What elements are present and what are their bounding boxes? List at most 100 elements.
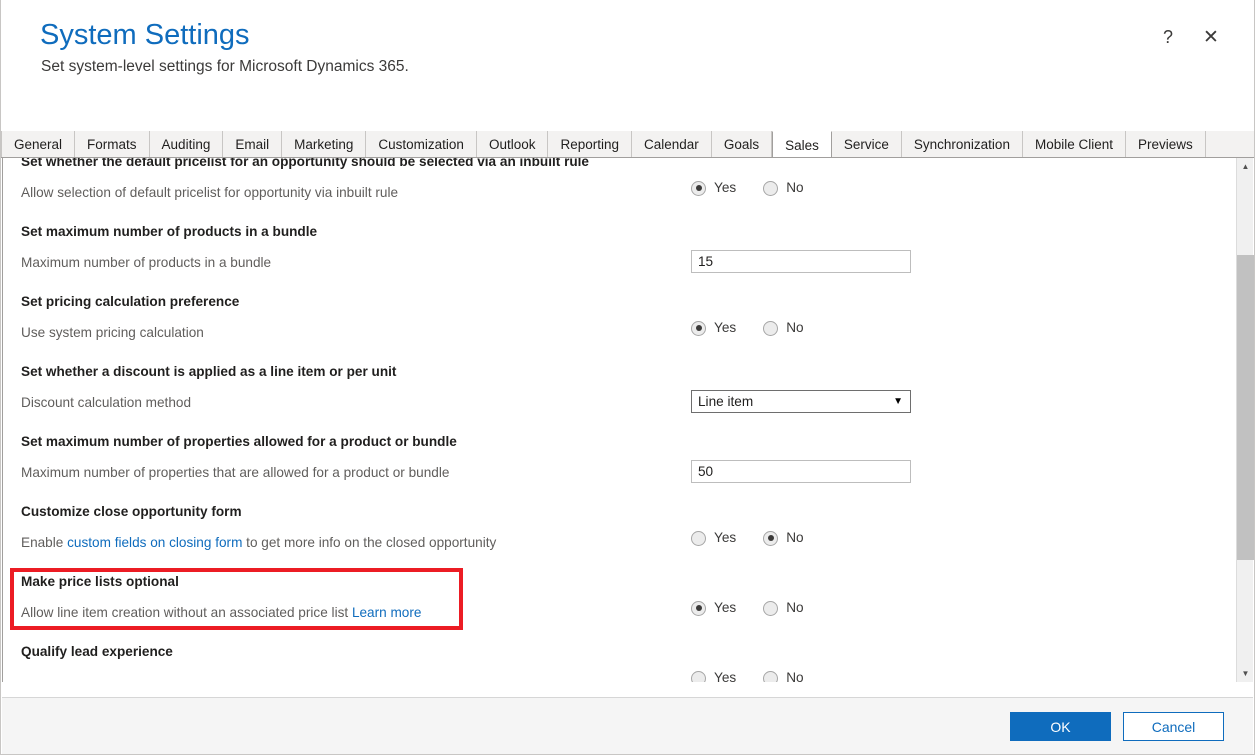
setting-description: Allow line item creation without an asso…: [21, 603, 1225, 623]
scroll-down-arrow-icon[interactable]: ▼: [1237, 665, 1254, 682]
setting-description: Allow selection of default pricelist for…: [21, 185, 399, 200]
radio-label: Yes: [714, 180, 737, 195]
radio-no-icon[interactable]: [763, 180, 779, 196]
setting-description-link[interactable]: Learn more: [352, 605, 422, 620]
setting-control: Yes No: [691, 670, 804, 682]
setting-row: Set maximum number of properties allowed…: [21, 426, 1225, 496]
dropdown-selected-value: Line item: [698, 393, 754, 409]
system-settings-dialog: System Settings Set system-level setting…: [0, 0, 1255, 755]
radio-label: Yes: [714, 320, 737, 335]
radio-label: Yes: [714, 530, 737, 545]
help-icon[interactable]: ?: [1155, 24, 1181, 50]
description-text-after: to get more info on the closed opportuni…: [242, 535, 497, 550]
footer-buttons: OK Cancel: [1010, 712, 1224, 741]
radio-group: Yes No: [691, 670, 804, 682]
radio-option-no[interactable]: No: [763, 320, 804, 336]
tab-goals[interactable]: Goals: [711, 131, 773, 157]
setting-description: Maximum number of properties that are al…: [21, 465, 450, 480]
chevron-down-icon[interactable]: ▼: [893, 396, 903, 407]
dialog-footer: OK Cancel: [2, 697, 1253, 754]
close-icon[interactable]: ✕: [1198, 24, 1224, 50]
radio-yes-icon[interactable]: [691, 180, 706, 196]
setting-control: [691, 460, 911, 483]
radio-label: No: [786, 600, 804, 615]
radio-option-yes[interactable]: Yes: [691, 320, 736, 336]
tab-reporting[interactable]: Reporting: [548, 131, 633, 157]
setting-description: Discount calculation method: [21, 395, 192, 410]
tab-service[interactable]: Service: [831, 131, 902, 157]
radio-no-icon[interactable]: [763, 530, 779, 546]
vertical-scrollbar[interactable]: ▲ ▼: [1236, 158, 1254, 682]
setting-row: Customize close opportunity form Enable c…: [21, 496, 1225, 566]
setting-control: Yes No: [691, 600, 804, 616]
description-text-before: Allow line item creation without an asso…: [21, 605, 352, 620]
setting-heading: Set whether a discount is applied as a l…: [21, 364, 397, 379]
setting-description: Use system pricing calculation: [21, 325, 204, 340]
tab-calendar[interactable]: Calendar: [632, 131, 712, 157]
radio-group: Yes No: [691, 600, 804, 616]
radio-label: Yes: [714, 600, 737, 615]
cancel-button[interactable]: Cancel: [1123, 712, 1224, 741]
numeric-text-input[interactable]: [691, 460, 911, 483]
setting-control: Line item ▼: [691, 390, 911, 413]
setting-control: Yes No: [691, 320, 804, 336]
setting-heading: Set maximum number of properties allowed…: [21, 434, 457, 449]
scroll-up-arrow-icon[interactable]: ▲: [1237, 158, 1254, 175]
radio-option-yes[interactable]: Yes: [691, 600, 736, 616]
setting-control: [691, 250, 911, 273]
tab-email[interactable]: Email: [223, 131, 283, 157]
radio-no-icon[interactable]: [763, 320, 779, 336]
radio-group: Yes No: [691, 320, 804, 336]
setting-control: Yes No: [691, 530, 804, 546]
description-text-before: Enable: [21, 535, 68, 550]
page-subtitle: Set system-level settings for Microsoft …: [41, 58, 409, 75]
setting-description: Maximum number of products in a bundle: [21, 255, 272, 270]
radio-label: No: [786, 530, 804, 545]
settings-content-pane: Set whether the default pricelist for an…: [2, 158, 1253, 682]
radio-yes-icon[interactable]: [691, 530, 706, 546]
radio-yes-icon[interactable]: [691, 670, 706, 682]
tab-previews[interactable]: Previews: [1126, 131, 1206, 157]
setting-row: Make price lists optional Allow line item…: [21, 566, 1225, 636]
radio-label: No: [786, 180, 804, 195]
page-title: System Settings: [40, 19, 250, 51]
tab-marketing[interactable]: Marketing: [282, 131, 367, 157]
radio-option-yes[interactable]: Yes: [691, 670, 736, 682]
radio-option-no[interactable]: No: [763, 530, 804, 546]
radio-option-yes[interactable]: Yes: [691, 180, 736, 196]
dropdown-select[interactable]: Line item ▼: [691, 390, 911, 413]
radio-yes-icon[interactable]: [691, 320, 706, 336]
radio-no-icon[interactable]: [763, 600, 779, 616]
setting-row: Set whether the default pricelist for an…: [21, 158, 1225, 216]
tab-sales[interactable]: Sales: [772, 131, 832, 157]
radio-group: Yes No: [691, 180, 804, 196]
dialog-header: System Settings Set system-level setting…: [1, 0, 1254, 131]
setting-heading: Make price lists optional: [21, 574, 179, 589]
tab-synchronization[interactable]: Synchronization: [901, 131, 1023, 157]
radio-option-no[interactable]: No: [763, 180, 804, 196]
settings-list: Set whether the default pricelist for an…: [3, 158, 1235, 682]
scrollbar-thumb[interactable]: [1237, 255, 1254, 560]
setting-control: Yes No: [691, 180, 804, 196]
radio-no-icon[interactable]: [763, 670, 779, 682]
radio-option-no[interactable]: No: [763, 600, 804, 616]
tab-customization[interactable]: Customization: [366, 131, 477, 157]
setting-heading: Customize close opportunity form: [21, 504, 242, 519]
radio-label: No: [786, 670, 804, 682]
setting-row: Qualify lead experience Yes No: [21, 636, 1225, 682]
ok-button[interactable]: OK: [1010, 712, 1111, 741]
tab-general[interactable]: General: [1, 131, 76, 157]
setting-heading: Set whether the default pricelist for an…: [21, 158, 589, 169]
tab-outlook[interactable]: Outlook: [476, 131, 549, 157]
setting-description-link[interactable]: custom fields on closing form: [67, 535, 242, 550]
setting-description: Enable custom fields on closing form to …: [21, 533, 1225, 553]
radio-yes-icon[interactable]: [691, 600, 706, 616]
radio-option-no[interactable]: No: [763, 670, 804, 682]
radio-option-yes[interactable]: Yes: [691, 530, 736, 546]
radio-label: Yes: [714, 670, 737, 682]
tab-mobile-client[interactable]: Mobile Client: [1022, 131, 1126, 157]
tab-formats[interactable]: Formats: [75, 131, 150, 157]
radio-label: No: [786, 320, 804, 335]
numeric-text-input[interactable]: [691, 250, 911, 273]
tab-auditing[interactable]: Auditing: [149, 131, 224, 157]
